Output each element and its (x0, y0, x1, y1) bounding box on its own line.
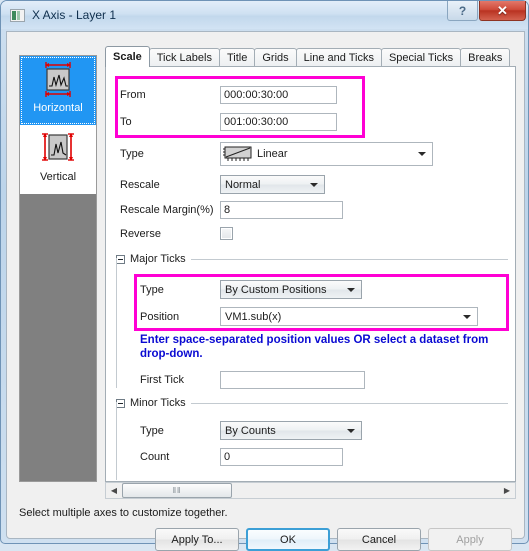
chevron-down-icon (310, 182, 318, 187)
major-ticks-type-row: Type By Custom Positions (140, 280, 362, 299)
minor-ticks-group-edge (116, 402, 117, 480)
apply-to-button[interactable]: Apply To... (155, 528, 239, 551)
axis-dialog-window: X Axis - Layer 1 ? ✕ Horizontal Vertical… (0, 0, 529, 551)
minor-ticks-group-header: Minor Ticks (116, 397, 508, 409)
from-input[interactable]: 000:00:30:00 (220, 86, 337, 104)
tab-strip: Scale Tick Labels Title Grids Line and T… (105, 46, 516, 67)
from-label: From (120, 89, 146, 101)
rescale-row: Rescale Normal (120, 175, 325, 194)
minor-ticks-type-row: Type By Counts (140, 421, 362, 440)
tab-breaks[interactable]: Breaks (460, 48, 511, 67)
major-ticks-group-header: Major Ticks (116, 253, 508, 265)
major-ticks-type-label: Type (140, 283, 164, 296)
scale-type-row: Type Linear (120, 142, 433, 166)
scroll-right-arrow-icon[interactable]: ▶ (499, 483, 515, 498)
rescale-margin-input[interactable]: 8 (220, 201, 343, 219)
scrollbar-track[interactable]: ‖‖ (122, 483, 499, 498)
reverse-row: Reverse (120, 227, 233, 240)
rescale-margin-label: Rescale Margin(%) (120, 204, 214, 216)
sidebar-item-vertical[interactable]: Vertical (20, 125, 96, 194)
scale-type-label: Type (120, 148, 144, 160)
minor-ticks-count-label: Count (140, 451, 170, 463)
major-ticks-type-dropdown[interactable]: By Custom Positions (220, 280, 362, 299)
major-ticks-group-label: Major Ticks (130, 253, 186, 265)
major-ticks-position-value: VM1.sub(x) (225, 310, 282, 323)
tab-scale[interactable]: Scale (105, 46, 150, 67)
major-ticks-position-row: Position VM1.sub(x) (140, 307, 478, 326)
ok-button[interactable]: OK (246, 528, 330, 551)
minor-ticks-count-input[interactable]: 0 (220, 448, 343, 466)
window-title: X Axis - Layer 1 (32, 8, 117, 22)
scroll-left-arrow-icon[interactable]: ◀ (106, 483, 122, 498)
to-input[interactable]: 001:00:30:00 (220, 113, 337, 131)
first-tick-input[interactable] (220, 371, 365, 389)
first-tick-label: First Tick (140, 374, 184, 386)
custom-positions-hint: Enter space-separated position values OR… (140, 334, 489, 360)
rescale-margin-row: Rescale Margin(%) 8 (120, 201, 343, 219)
minor-ticks-count-row: Count 0 (140, 448, 343, 466)
apply-button: Apply (428, 528, 512, 551)
axis-dialog-icon (10, 8, 25, 22)
horizontal-axis-icon (45, 62, 71, 97)
sidebar-item-label: Horizontal (33, 102, 83, 114)
major-ticks-position-label: Position (140, 310, 180, 323)
from-row: From 000:00:30:00 (120, 86, 337, 104)
axis-list: Horizontal Vertical (19, 55, 97, 482)
dialog-body: Horizontal Vertical Scale Tick Labels Ti… (6, 31, 525, 551)
group-divider (190, 402, 508, 404)
cancel-button[interactable]: Cancel (337, 528, 421, 551)
scale-type-dropdown[interactable]: Linear (220, 142, 433, 166)
rescale-dropdown[interactable]: Normal (220, 175, 325, 194)
group-divider (190, 258, 508, 260)
rescale-value: Normal (225, 178, 261, 191)
major-ticks-type-value: By Custom Positions (225, 283, 327, 296)
major-ticks-group-edge (116, 258, 117, 388)
tab-tick-labels[interactable]: Tick Labels (148, 48, 220, 67)
dialog-buttons: Apply To... OK Cancel Apply (155, 528, 512, 551)
to-row: To 001:00:30:00 (120, 113, 337, 131)
chevron-down-icon (347, 287, 355, 292)
tab-grids[interactable]: Grids (254, 48, 297, 67)
minor-ticks-type-dropdown[interactable]: By Counts (220, 421, 362, 440)
first-tick-row: First Tick (140, 371, 365, 389)
linear-scale-icon (223, 146, 252, 161)
to-label: To (120, 116, 132, 128)
status-text: Select multiple axes to customize togeth… (19, 507, 228, 519)
minor-ticks-group-label: Minor Ticks (130, 397, 186, 409)
chevron-down-icon (418, 152, 426, 156)
rescale-label: Rescale (120, 178, 160, 191)
sidebar-item-horizontal[interactable]: Horizontal (20, 56, 96, 125)
sidebar-item-label: Vertical (39, 171, 77, 183)
reverse-label: Reverse (120, 227, 161, 240)
scrollbar-thumb[interactable]: ‖‖ (122, 483, 232, 498)
tab-special-ticks[interactable]: Special Ticks (380, 48, 462, 67)
major-ticks-collapse-toggle[interactable] (116, 254, 125, 264)
reverse-checkbox[interactable] (220, 227, 233, 240)
help-button[interactable]: ? (447, 1, 478, 21)
close-button[interactable]: ✕ (479, 1, 526, 21)
major-ticks-position-dropdown[interactable]: VM1.sub(x) (220, 307, 478, 326)
minor-ticks-collapse-toggle[interactable] (116, 398, 125, 408)
chevron-down-icon (463, 314, 471, 319)
vertical-axis-icon (42, 133, 74, 161)
scale-type-value: Linear (257, 148, 288, 160)
tab-line-and-ticks[interactable]: Line and Ticks (295, 48, 382, 67)
scale-panel: From 000:00:30:00 To 001:00:30:00 Type L… (105, 66, 516, 482)
panel-horizontal-scrollbar[interactable]: ◀ ‖‖ ▶ (105, 482, 516, 499)
minor-ticks-type-label: Type (140, 424, 164, 437)
window-controls: ? ✕ (447, 1, 526, 21)
tab-title[interactable]: Title (218, 48, 256, 67)
chevron-down-icon (347, 428, 355, 433)
title-bar: X Axis - Layer 1 ? ✕ (1, 1, 528, 29)
minor-ticks-type-value: By Counts (225, 424, 276, 437)
